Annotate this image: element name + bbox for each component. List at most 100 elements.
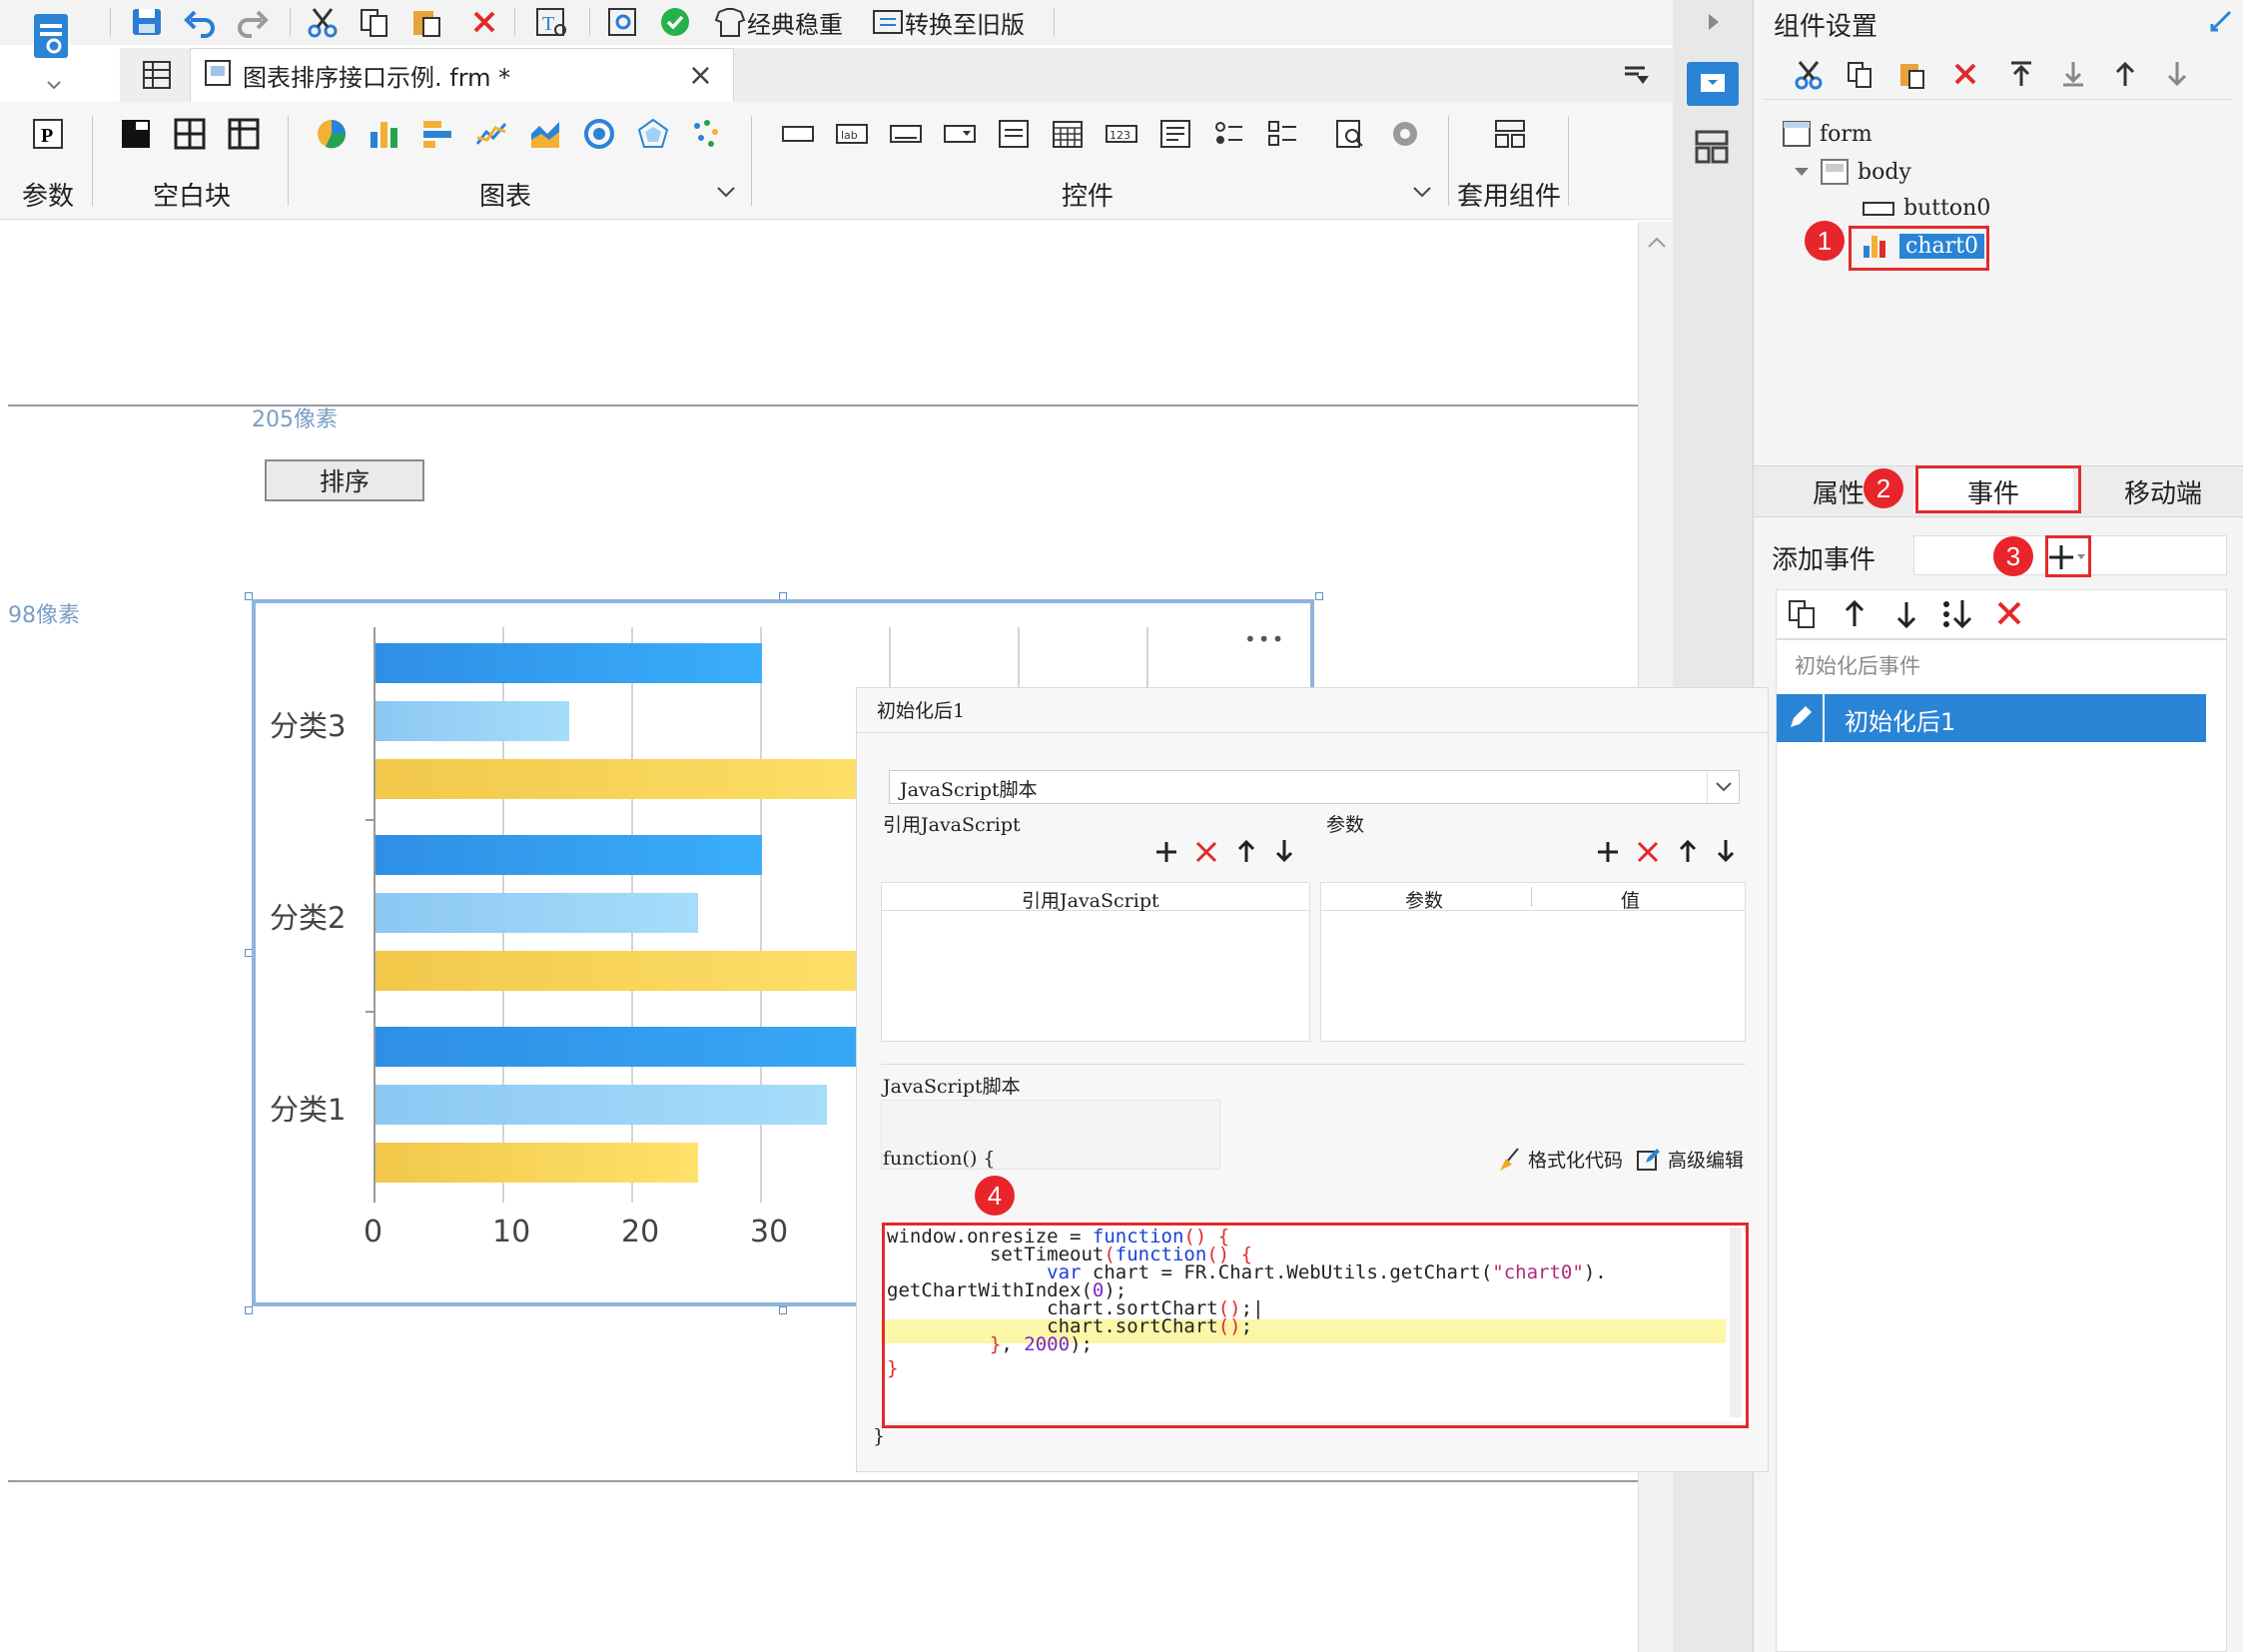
area-chart-icon[interactable] xyxy=(529,118,561,150)
convert-old-label: 转换至旧版 xyxy=(905,10,1025,39)
move-up-icon[interactable] xyxy=(1841,598,1869,630)
param-up-icon[interactable] xyxy=(1678,838,1698,864)
save-icon[interactable] xyxy=(130,6,164,38)
resize-handle[interactable] xyxy=(245,1306,253,1314)
number-widget-icon[interactable]: 123 xyxy=(1105,118,1137,150)
ref-js-table-header: 引用JavaScript xyxy=(882,883,1309,912)
js-script-section-label: JavaScript脚本 xyxy=(883,1076,1021,1098)
component-settings-dock-button[interactable] xyxy=(1687,62,1739,106)
height-ruler-label: 98像素 xyxy=(8,603,80,628)
delete-ref-js-icon[interactable] xyxy=(1194,840,1218,864)
insert-ribbon: P 参数 空白块 图表 lab 123 控件 套用组件 xyxy=(0,102,1673,220)
paste-icon[interactable] xyxy=(1897,60,1927,90)
tree-node-form[interactable]: form xyxy=(1782,120,1872,148)
tree-node-button0[interactable]: button0 xyxy=(1862,196,1990,221)
value-col-header: 值 xyxy=(1621,890,1641,912)
param-down-icon[interactable] xyxy=(1716,838,1736,864)
cut-icon[interactable] xyxy=(306,6,340,38)
column-chart-icon[interactable] xyxy=(368,118,399,150)
copy-icon[interactable] xyxy=(358,6,391,38)
move-up-icon[interactable] xyxy=(2111,60,2139,88)
param-icon[interactable]: P xyxy=(32,118,64,150)
cut-icon[interactable] xyxy=(1794,60,1824,90)
text-icon[interactable]: T xyxy=(534,6,570,38)
textarea-widget-icon[interactable] xyxy=(1158,118,1190,150)
sort-events-icon[interactable] xyxy=(1940,598,1976,630)
grid-view-icon[interactable] xyxy=(142,60,172,94)
copy-icon[interactable] xyxy=(1846,60,1875,90)
format-code-button[interactable]: 格式化代码 xyxy=(1496,1146,1623,1173)
search-widget-icon[interactable] xyxy=(1334,118,1366,150)
delete-event-icon[interactable] xyxy=(1994,598,2024,628)
collapse-arrow-icon[interactable] xyxy=(1707,12,1721,36)
copy-event-icon[interactable] xyxy=(1787,598,1819,630)
event-item-label: 初始化后1 xyxy=(1845,708,1956,736)
event-item-after-init[interactable]: 初始化后1 xyxy=(1777,694,2206,742)
script-type-select[interactable]: JavaScript脚本 xyxy=(889,770,1740,804)
move-down-icon[interactable] xyxy=(2163,60,2191,88)
tab-close-button[interactable]: × xyxy=(688,58,713,93)
blank-block-group-label: 空白块 xyxy=(153,182,232,212)
move-top-icon[interactable] xyxy=(2007,60,2035,88)
report-block-icon[interactable] xyxy=(228,118,260,150)
preview-icon[interactable] xyxy=(606,6,642,38)
tree-node-body[interactable]: body xyxy=(1792,158,1911,186)
scatter-chart-icon[interactable] xyxy=(691,118,723,150)
move-down-icon[interactable] xyxy=(1892,598,1920,630)
applied-component-icon[interactable] xyxy=(1493,118,1525,150)
button-widget-icon[interactable] xyxy=(781,118,814,150)
param-table: 参数 值 xyxy=(1320,882,1746,1042)
convert-old-button[interactable]: 转换至旧版 xyxy=(871,6,1025,39)
check-icon[interactable] xyxy=(659,6,691,38)
scroll-up-icon[interactable] xyxy=(1647,234,1667,253)
delete-param-icon[interactable] xyxy=(1636,840,1660,864)
sort-button[interactable]: 排序 xyxy=(265,459,424,501)
svg-text:123: 123 xyxy=(1110,129,1130,142)
gauge-chart-icon[interactable] xyxy=(583,118,615,150)
tab-block-icon[interactable] xyxy=(174,118,206,150)
tab-chart-sort-example[interactable]: 图表排序接口示例. frm * × xyxy=(190,48,734,102)
move-bottom-icon[interactable] xyxy=(2059,60,2087,88)
advanced-edit-button[interactable]: 高级编辑 xyxy=(1636,1146,1744,1173)
tab-mobile[interactable]: 移动端 xyxy=(2093,469,2233,513)
ref-js-down-icon[interactable] xyxy=(1274,838,1294,864)
delete-icon[interactable] xyxy=(469,6,499,38)
add-param-icon[interactable] xyxy=(1596,840,1620,864)
chart-bar xyxy=(375,643,762,683)
settings-gear-icon[interactable] xyxy=(1388,118,1420,150)
param-col-header: 参数 xyxy=(1405,890,1444,912)
date-widget-icon[interactable] xyxy=(1051,118,1083,150)
bar-chart-icon[interactable] xyxy=(421,118,453,150)
delete-icon[interactable] xyxy=(1951,60,1979,88)
redo-icon[interactable] xyxy=(236,6,270,38)
checkbox-group-widget-icon[interactable] xyxy=(1266,118,1298,150)
radar-chart-icon[interactable] xyxy=(637,118,669,150)
absolute-block-icon[interactable] xyxy=(120,118,152,150)
widgets-expand-chevron-icon[interactable] xyxy=(1411,184,1433,204)
edit-pencil-icon[interactable] xyxy=(1777,694,1825,742)
label-widget-icon[interactable]: lab xyxy=(835,118,868,150)
chart-expand-chevron-icon[interactable] xyxy=(715,184,737,204)
list-widget-icon[interactable] xyxy=(997,118,1029,150)
add-ref-js-icon[interactable] xyxy=(1154,840,1178,864)
resize-handle[interactable] xyxy=(1315,592,1323,600)
resize-handle[interactable] xyxy=(779,1306,787,1314)
pie-chart-icon[interactable] xyxy=(316,118,348,150)
chart-bar xyxy=(375,701,569,741)
chevron-down-icon[interactable] xyxy=(1707,771,1739,803)
paste-icon[interactable] xyxy=(409,6,443,38)
undo-icon[interactable] xyxy=(183,6,217,38)
layout-dock-icon[interactable] xyxy=(1695,130,1729,168)
text-field-widget-icon[interactable] xyxy=(889,118,922,150)
app-menu-icon[interactable] xyxy=(28,10,78,90)
event-toolbar xyxy=(1776,589,2227,639)
classic-style-button[interactable]: 经典稳重 xyxy=(713,6,843,39)
panel-toggle-icon[interactable] xyxy=(1621,60,1651,94)
tree-expand-icon[interactable] xyxy=(1792,162,1812,182)
dropdown-widget-icon[interactable] xyxy=(943,118,976,150)
radio-group-widget-icon[interactable] xyxy=(1212,118,1244,150)
line-chart-icon[interactable] xyxy=(475,118,507,150)
chart-more-icon[interactable]: ••• xyxy=(1244,627,1285,651)
ref-js-up-icon[interactable] xyxy=(1236,838,1256,864)
pin-icon[interactable] xyxy=(2208,8,2234,38)
